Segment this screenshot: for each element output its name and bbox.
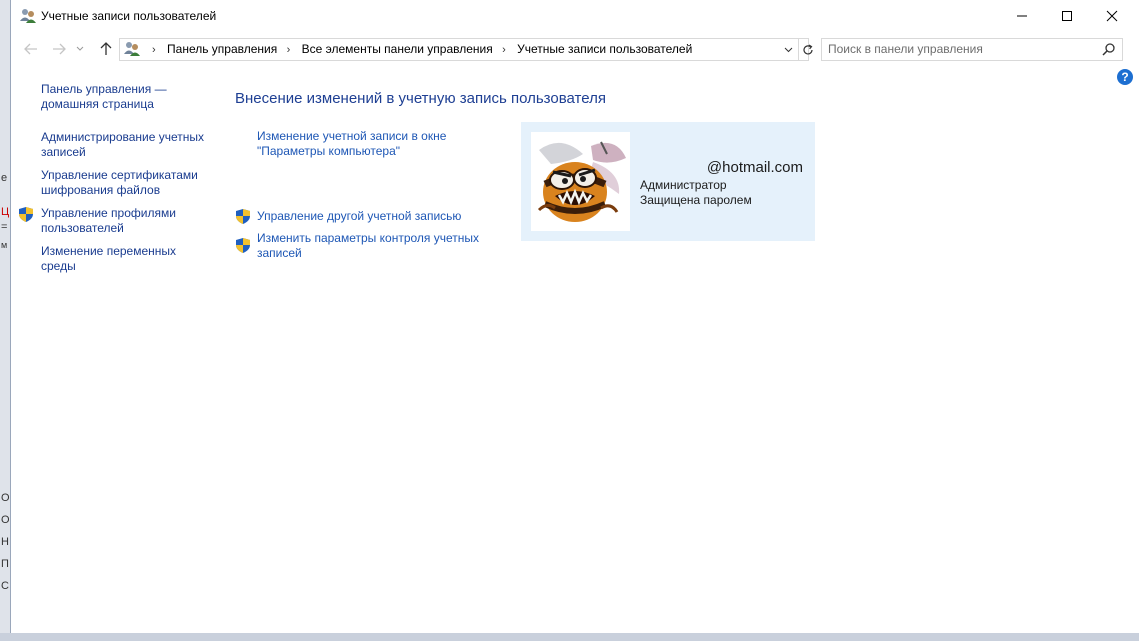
manage-another-account-link[interactable]: Управление другой учетной записью	[257, 209, 461, 224]
back-arrow-icon	[24, 43, 37, 55]
sidebar-item-label[interactable]: пользователей	[41, 221, 216, 236]
recent-locations-button[interactable]	[73, 38, 87, 60]
background-fragment: е	[1, 172, 8, 184]
background-fragment: м	[1, 240, 8, 250]
refresh-icon	[803, 43, 813, 54]
link-label[interactable]: записей	[257, 246, 479, 261]
background-fragment: О	[1, 514, 10, 526]
change-account-in-settings-link[interactable]: Изменение учетной записи в окне "Парамет…	[257, 129, 446, 159]
link-label[interactable]: "Параметры компьютера"	[257, 144, 446, 159]
breadcrumb: › Панель управления › Все элементы панел…	[146, 42, 692, 56]
sidebar-item-label[interactable]: шифрования файлов	[41, 183, 216, 198]
sidebar-item-manage-accounts[interactable]: Администрирование учетных записей	[41, 130, 216, 160]
forward-arrow-icon	[53, 43, 66, 55]
help-icon[interactable]: ?	[1117, 69, 1133, 85]
uac-settings-link[interactable]: Изменить параметры контроля учетных запи…	[257, 231, 479, 261]
sidebar-item-label[interactable]: домашняя страница	[41, 97, 216, 112]
user-accounts-icon	[19, 7, 37, 25]
link-label[interactable]: Изменение учетной записи в окне	[257, 129, 446, 144]
uac-shield-icon	[18, 206, 34, 223]
address-history-button[interactable]	[780, 39, 796, 60]
background-fragment: =	[1, 221, 8, 233]
title-bar[interactable]: Учетные записи пользователей	[11, 0, 1139, 32]
hornet-avatar-icon[interactable]	[531, 132, 630, 231]
background-fragment: П	[1, 558, 9, 570]
breadcrumb-separator-icon[interactable]: ›	[287, 44, 291, 56]
sidebar-item-label[interactable]: Изменение переменных	[41, 244, 216, 259]
breadcrumb-item[interactable]: Все элементы панели управления	[302, 42, 493, 56]
link-label[interactable]: Управление другой учетной записью	[257, 209, 461, 224]
user-accounts-icon	[123, 40, 141, 58]
uac-shield-icon	[235, 237, 251, 254]
background-fragment: Ц	[1, 206, 10, 218]
minimize-button[interactable]	[999, 0, 1045, 31]
window-title: Учетные записи пользователей	[41, 9, 217, 23]
control-panel-window: Учетные записи пользователей › Панель уп…	[10, 0, 1139, 633]
sidebar-item-environment-variables[interactable]: Изменение переменных среды	[41, 244, 216, 274]
up-button[interactable]	[95, 38, 117, 60]
background-taskbar-strip	[0, 633, 1139, 641]
account-card: @hotmail.com Администратор Защищена паро…	[521, 122, 815, 241]
sidebar-item-home[interactable]: Панель управления — домашняя страница	[41, 82, 216, 112]
forward-button[interactable]	[48, 38, 70, 60]
uac-shield-icon	[235, 208, 251, 225]
refresh-button[interactable]	[798, 39, 817, 60]
background-fragment: О	[1, 492, 10, 504]
breadcrumb-item[interactable]: Учетные записи пользователей	[517, 42, 692, 56]
sidebar-item-user-profiles[interactable]: Управление профилями пользователей	[41, 206, 216, 236]
chevron-down-icon	[784, 47, 792, 52]
sidebar-item-label[interactable]: Управление профилями	[41, 206, 216, 221]
address-bar[interactable]: › Панель управления › Все элементы панел…	[119, 38, 813, 61]
breadcrumb-separator-icon[interactable]: ›	[502, 44, 506, 56]
sidebar-item-label[interactable]: записей	[41, 145, 216, 160]
account-role: Администратор	[640, 178, 727, 192]
account-status: Защищена паролем	[640, 193, 752, 207]
search-box[interactable]	[821, 38, 1123, 61]
back-button[interactable]	[20, 38, 42, 60]
sidebar-item-label[interactable]: Панель управления —	[41, 82, 216, 97]
background-fragment: Н	[1, 536, 9, 548]
sidebar-item-label[interactable]: Администрирование учетных	[41, 130, 216, 145]
page-title: Внесение изменений в учетную запись поль…	[235, 90, 606, 107]
chevron-down-icon	[76, 46, 84, 51]
maximize-button[interactable]	[1044, 0, 1090, 31]
background-desktop-strip: е Ц = м О О Н П С	[0, 0, 10, 641]
background-fragment: С	[1, 580, 9, 592]
search-input[interactable]	[828, 41, 1094, 57]
search-icon[interactable]	[1102, 42, 1116, 56]
close-button[interactable]	[1089, 0, 1135, 31]
account-email: @hotmail.com	[706, 159, 803, 176]
breadcrumb-item[interactable]: Панель управления	[167, 42, 277, 56]
up-arrow-icon	[100, 42, 112, 55]
link-label[interactable]: Изменить параметры контроля учетных	[257, 231, 479, 246]
sidebar-item-file-encryption-certificates[interactable]: Управление сертификатами шифрования файл…	[41, 168, 216, 198]
sidebar-item-label[interactable]: Управление сертификатами	[41, 168, 216, 183]
breadcrumb-separator-icon: ›	[152, 44, 156, 56]
sidebar-item-label[interactable]: среды	[41, 259, 216, 274]
